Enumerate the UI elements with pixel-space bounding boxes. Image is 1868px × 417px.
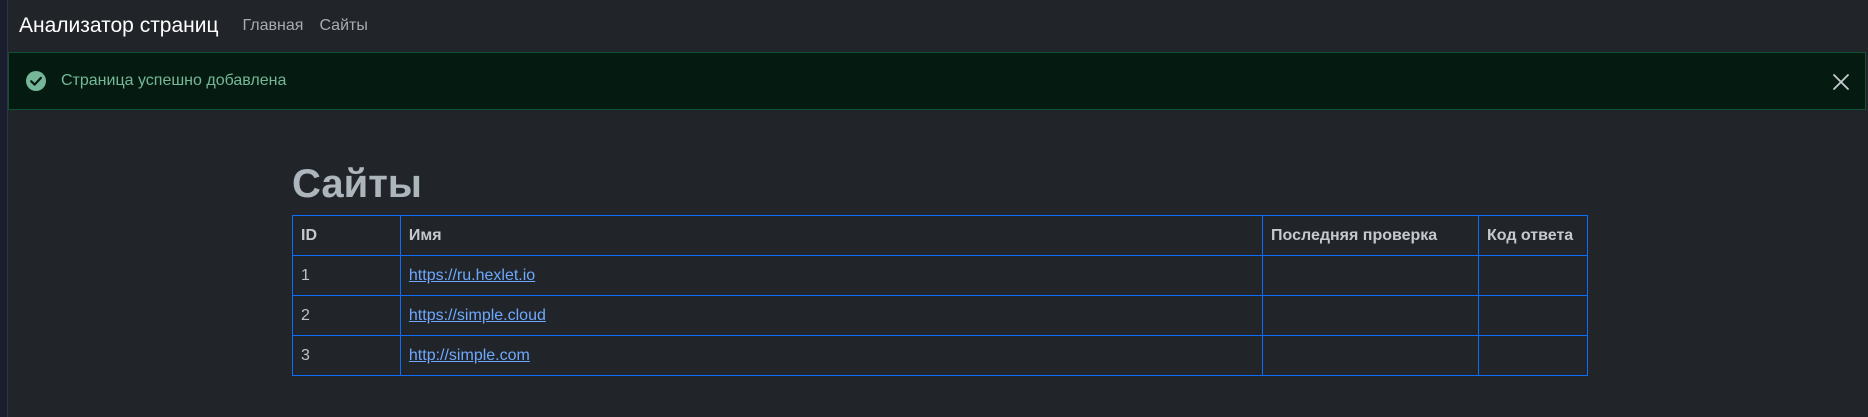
page-title: Сайты	[292, 162, 422, 206]
nav-link-sites[interactable]: Сайты	[319, 17, 367, 35]
brand-link[interactable]: Анализатор страниц	[19, 14, 219, 38]
column-header-id: ID	[292, 215, 401, 256]
column-header-status-code: Код ответа	[1477, 215, 1589, 256]
alert-message: Страница успешно добавлена	[61, 72, 287, 89]
site-link[interactable]: http://simple.com	[409, 347, 530, 364]
close-icon[interactable]	[1825, 66, 1857, 98]
cell-id: 3	[292, 335, 401, 376]
cell-status-code	[1477, 255, 1589, 296]
app-window: Анализатор страниц Главная Сайты Страниц…	[0, 0, 1868, 417]
table-row: 2 https://simple.cloud	[292, 295, 1589, 336]
nav-link-home[interactable]: Главная	[243, 17, 304, 35]
main-content: Сайты ID Имя Последняя проверка Код отве…	[292, 160, 1589, 376]
check-circle-icon	[24, 69, 48, 93]
site-link[interactable]: https://ru.hexlet.io	[409, 267, 535, 284]
window-left-edge	[0, 0, 8, 417]
cell-name: https://simple.cloud	[399, 295, 1264, 336]
cell-id: 2	[292, 295, 401, 336]
cell-last-check	[1262, 335, 1479, 376]
cell-last-check	[1262, 255, 1479, 296]
cell-name: https://ru.hexlet.io	[399, 255, 1264, 296]
site-link[interactable]: https://simple.cloud	[409, 307, 546, 324]
cell-id: 1	[292, 255, 401, 296]
table-row: 3 http://simple.com	[292, 335, 1589, 376]
nav-links: Главная Сайты	[243, 17, 384, 35]
cell-last-check	[1262, 295, 1479, 336]
cell-status-code	[1477, 335, 1589, 376]
table-header-row: ID Имя Последняя проверка Код ответа	[292, 215, 1589, 256]
navbar: Анализатор страниц Главная Сайты	[8, 0, 1868, 52]
sites-table: ID Имя Последняя проверка Код ответа 1 h…	[292, 215, 1589, 376]
success-alert: Страница успешно добавлена	[8, 52, 1866, 110]
column-header-last-check: Последняя проверка	[1262, 215, 1479, 256]
cell-name: http://simple.com	[399, 335, 1264, 376]
cell-status-code	[1477, 295, 1589, 336]
column-header-name: Имя	[399, 215, 1264, 256]
table-row: 1 https://ru.hexlet.io	[292, 255, 1589, 296]
